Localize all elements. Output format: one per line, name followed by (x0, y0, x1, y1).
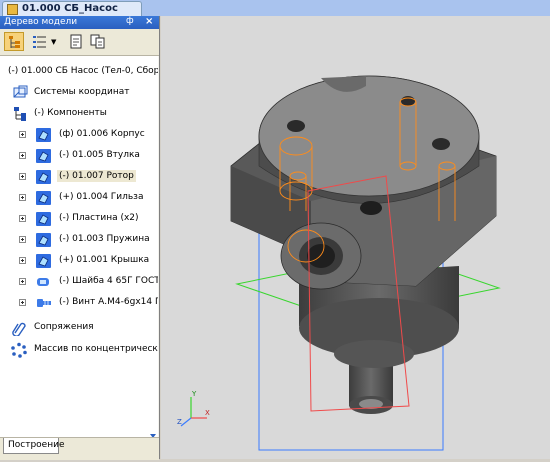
expand-icon[interactable] (19, 131, 26, 138)
pin-icon[interactable]: ф (126, 16, 134, 26)
tree-item-label: Системы координат (34, 87, 130, 97)
axis-x-label: X (205, 409, 210, 417)
tree-item-component[interactable]: (-) 01.005 Втулка (0, 146, 158, 166)
coordinate-system-icon (13, 85, 28, 98)
part-icon (36, 149, 51, 163)
fastener-icon (37, 278, 49, 286)
tree-item-label: Сопряжения (34, 322, 94, 332)
axis-z-label: Z (177, 418, 182, 426)
tree-structure-icon (9, 36, 20, 48)
tree-item-component[interactable]: (-) Винт А.М4-6gx14 ГО (0, 293, 158, 313)
tree-item-component[interactable]: (+) 01.001 Крышка (0, 251, 158, 271)
assembly-document-icon (7, 4, 18, 15)
document-tab[interactable]: 01.000 СБ_Насос (2, 1, 142, 16)
tree-item-pattern[interactable]: Массив по концентрической с (0, 340, 158, 360)
part-icon (36, 170, 51, 184)
document-button[interactable] (66, 32, 86, 51)
panel-title: Дерево модели (4, 17, 78, 27)
list-filter-button[interactable] (30, 32, 50, 51)
tree-item-label: Массив по концентрической с (34, 344, 158, 354)
tree-item-label: (-) 01.007 Ротор (57, 170, 136, 182)
document-icon (70, 34, 82, 49)
tree-item-component[interactable]: (+) 01.004 Гильза (0, 188, 158, 208)
close-icon[interactable]: × (145, 16, 153, 27)
list-filter-icon (33, 36, 46, 48)
chevron-down-icon[interactable]: ▼ (51, 38, 56, 46)
tree-item-label: (-) 01.003 Пружина (59, 234, 150, 244)
tree-item-component[interactable]: (ф) 01.006 Корпус (0, 125, 158, 145)
tree-item-label: (+) 01.001 Крышка (59, 255, 150, 265)
tree-item-coordinate-systems[interactable]: Системы координат (0, 83, 158, 103)
tab-build[interactable]: Построение (3, 438, 65, 454)
part-icon (36, 254, 51, 268)
tree-root-item[interactable]: (-) 01.000 СБ Насос (Тел-0, Сбороч (0, 62, 158, 82)
tree-item-label: (ф) 01.006 Корпус (59, 129, 145, 139)
tree-item-label: (-) Винт А.М4-6gx14 ГО (59, 297, 158, 307)
tree-item-label: (+) 01.004 Гильза (59, 192, 144, 202)
tree-item-components[interactable]: (-) Компоненты (0, 104, 158, 124)
expand-icon[interactable] (19, 215, 26, 222)
tree-item-mates[interactable]: Сопряжения (0, 318, 158, 338)
expand-icon[interactable] (19, 278, 26, 285)
part-icon (36, 191, 51, 205)
panel-title-bar: Дерево модели ф × (0, 16, 159, 29)
expand-icon[interactable] (19, 194, 26, 201)
axis-triad: Y X Z (177, 390, 210, 427)
expand-icon[interactable] (19, 173, 26, 180)
document-copy-button[interactable] (88, 32, 108, 51)
tree-item-component[interactable]: (-) 01.003 Пружина (0, 230, 158, 250)
tree-toolbar: ▼ (0, 29, 159, 56)
expand-icon[interactable] (19, 152, 26, 159)
tree-item-component[interactable]: (-) Шайба 4 65Г ГОСТ 6 (0, 272, 158, 292)
tab-build-label: Построение (8, 440, 65, 450)
components-group-icon (14, 107, 26, 121)
tree-item-component[interactable]: (-) Пластина (x2) (0, 209, 158, 229)
3d-viewport[interactable]: Y X Z (161, 16, 550, 459)
tree-item-label: (-) Шайба 4 65Г ГОСТ 6 (59, 276, 158, 286)
tree-item-label: (-) 01.005 Втулка (59, 150, 140, 160)
panel-bottom-tabs: Построение (0, 437, 159, 460)
part-icon (36, 212, 51, 226)
part-icon (36, 233, 51, 247)
expand-icon[interactable] (19, 299, 26, 306)
paperclip-icon (12, 322, 26, 336)
expand-icon[interactable] (19, 236, 26, 243)
tree-root-label: (-) 01.000 СБ Насос (Тел-0, Сбороч (8, 66, 158, 76)
model-tree-panel: Дерево модели ф × ▼ (-) 01.000 СБ Насос … (0, 16, 160, 460)
axis-y-label: Y (191, 390, 197, 398)
document-tab-label: 01.000 СБ_Насос (22, 3, 118, 14)
part-icon (36, 128, 51, 142)
document-tab-bar: 01.000 СБ_Насос (0, 0, 550, 16)
tree-item-label: (-) Компоненты (34, 108, 107, 118)
assembly-model-view: Y X Z (177, 75, 501, 451)
model-tree: (-) 01.000 СБ Насос (Тел-0, Сбороч Систе… (0, 56, 158, 441)
circular-pattern-icon (11, 342, 27, 358)
tree-structure-button[interactable] (4, 32, 24, 51)
tree-item-component-selected[interactable]: (-) 01.007 Ротор (0, 167, 158, 187)
document-copy-icon (90, 34, 105, 49)
tree-item-label: (-) Пластина (x2) (59, 213, 139, 223)
expand-icon[interactable] (19, 257, 26, 264)
screw-icon (37, 299, 51, 307)
